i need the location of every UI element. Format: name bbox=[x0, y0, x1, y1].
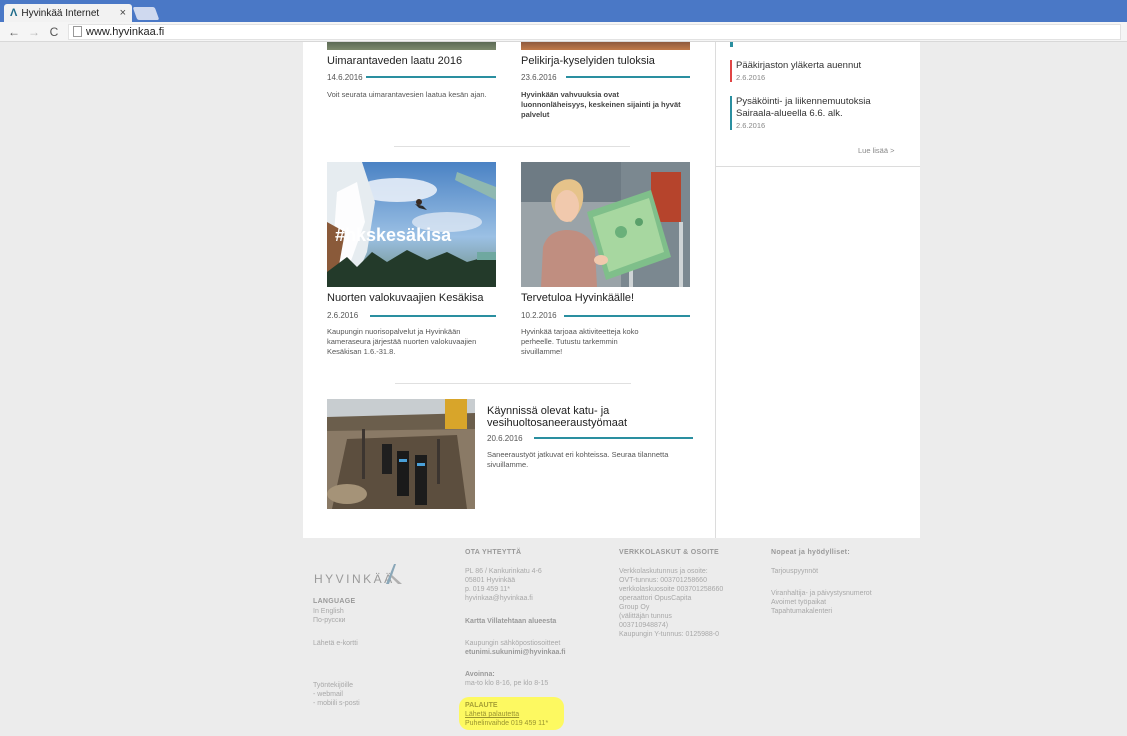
forward-button[interactable]: → bbox=[28, 25, 40, 39]
webmail-link[interactable]: - webmail bbox=[313, 690, 343, 699]
billing-line: (välittäjän tunnus bbox=[619, 613, 672, 620]
sidebar-divider bbox=[715, 42, 716, 538]
card-description: Voit seurata uimarantavesien laatua kesä… bbox=[327, 90, 487, 99]
row-separator bbox=[395, 383, 631, 384]
page-icon bbox=[73, 26, 82, 37]
lang-russian-link[interactable]: По-русски bbox=[313, 616, 345, 625]
card-date: 14.6.2016 bbox=[327, 73, 363, 82]
card-title[interactable]: Nuorten valokuvaajien Kesäkisa bbox=[327, 292, 484, 304]
news-date: 2.6.2016 bbox=[736, 73, 766, 82]
kesakisa-image-text: #hkskesäkisa bbox=[335, 225, 452, 245]
browser-tabbar: Λ Hyvinkää Internet × bbox=[0, 0, 1127, 22]
card-title[interactable]: Uimarantaveden laatu 2016 bbox=[327, 55, 462, 67]
new-tab-button[interactable] bbox=[132, 7, 160, 20]
card-image-welcome[interactable] bbox=[521, 162, 690, 287]
contact-phone: p. 019 459 11* bbox=[465, 586, 511, 593]
news-item[interactable]: Pysäköinti- ja liikennemuutoksia Sairaal… bbox=[730, 96, 910, 130]
browser-tab[interactable]: Λ Hyvinkää Internet × bbox=[4, 4, 132, 22]
card-title[interactable]: Käynnissä olevat katu- ja vesihuoltosane… bbox=[487, 405, 667, 429]
card-title[interactable]: Tervetuloa Hyvinkäälle! bbox=[521, 292, 634, 304]
card-image-kesakisa[interactable]: #hkskesäkisa bbox=[327, 162, 496, 287]
card-image-top-right[interactable] bbox=[521, 42, 690, 50]
quick-link[interactable]: Tapahtumakalenteri bbox=[771, 607, 832, 616]
quick-link[interactable]: Avoimet työpaikat bbox=[771, 598, 826, 607]
tab-title: Hyvinkää Internet bbox=[21, 7, 100, 19]
contact-address: PL 86 / Kankurinkatu 4-6 bbox=[465, 568, 542, 575]
feedback-link[interactable]: Lähetä palautetta bbox=[465, 710, 519, 719]
hyvinkaa-logo-icon bbox=[386, 564, 402, 584]
billing-line: verkkolaskuosoite 003701258660 bbox=[619, 586, 724, 593]
mobile-mail-link[interactable]: - mobiili s-posti bbox=[313, 699, 360, 708]
kesakisa-photo: #hkskesäkisa bbox=[327, 162, 496, 287]
news-title[interactable]: Pysäköinti- ja liikennemuutoksia Sairaal… bbox=[736, 96, 910, 120]
card-description: Kaupungin nuorisopalvelut ja Hyvinkään k… bbox=[327, 327, 477, 356]
contact-email-link[interactable]: hyvinkaa@hyvinkaa.fi bbox=[465, 594, 533, 603]
tab-close-icon[interactable]: × bbox=[120, 7, 126, 19]
card-date: 23.6.2016 bbox=[521, 73, 557, 82]
email-format-label: Kaupungin sähköpostiosoitteet bbox=[465, 640, 561, 647]
news-item[interactable]: Pääkirjaston yläkerta auennut 2.6.2016 bbox=[730, 60, 910, 82]
address-bar[interactable]: www.hyvinkaa.fi bbox=[68, 23, 1121, 40]
switchboard-phone: Puhelinvaihde 019 459 11* bbox=[465, 720, 549, 727]
billing-title: VERKKOLASKUT & OSOITE bbox=[619, 549, 720, 556]
open-hours: ma-to klo 8-16, pe klo 8-15 bbox=[465, 680, 549, 687]
send-ecard-link[interactable]: Lähetä e-kortti bbox=[313, 639, 358, 648]
quick-link[interactable]: Viranhaltija- ja päivystysnumerot bbox=[771, 589, 872, 598]
card-date: 2.6.2016 bbox=[327, 311, 359, 320]
roadworks-photo bbox=[327, 399, 475, 509]
card-accent-line bbox=[566, 76, 690, 78]
contact-postcode: 05801 Hyvinkää bbox=[465, 577, 516, 584]
card-description: Hyvinkään vahvuuksia ovat luonnonläheisy… bbox=[521, 90, 681, 119]
email-format: etunimi.sukunimi@hyvinkaa.fi bbox=[465, 649, 566, 656]
card-image-roadworks[interactable] bbox=[327, 399, 475, 509]
news-title[interactable]: Pääkirjaston yläkerta auennut bbox=[736, 60, 910, 72]
card-accent-line bbox=[534, 437, 693, 439]
card-description: Saneeraustyöt jatkuvat eri kohteissa. Se… bbox=[487, 450, 669, 469]
quick-link[interactable]: Tarjouspyynnöt bbox=[771, 567, 818, 576]
card-accent-line bbox=[366, 76, 496, 78]
billing-line: Verkkolaskutunnus ja osoite: bbox=[619, 568, 708, 575]
card-date: 10.2.2016 bbox=[521, 311, 557, 320]
welcome-photo bbox=[521, 162, 690, 287]
read-more-link[interactable]: Lue lisää > bbox=[858, 146, 895, 155]
feedback-title: PALAUTE bbox=[465, 702, 498, 709]
reload-button[interactable]: C bbox=[48, 25, 60, 39]
card-description: Hyvinkää tarjoaa aktiviteetteja koko per… bbox=[521, 327, 639, 356]
sidebar-bottom-rule bbox=[716, 166, 920, 167]
billing-line: OVT-tunnus: 003701258660 bbox=[619, 577, 707, 584]
billing-line: Kaupungin Y-tunnus: 0125988-0 bbox=[619, 631, 720, 638]
open-hours-title: Avoinna: bbox=[465, 671, 495, 678]
card-accent-line bbox=[564, 315, 690, 317]
contact-title: OTA YHTEYTTÄ bbox=[465, 549, 522, 556]
news-accent-cutoff bbox=[730, 42, 733, 47]
row-separator bbox=[394, 146, 630, 147]
lang-english-link[interactable]: In English bbox=[313, 607, 344, 616]
staff-label: Työntekijöille bbox=[313, 682, 354, 689]
card-date: 20.6.2016 bbox=[487, 434, 523, 443]
billing-line: operaattori OpusCapita bbox=[619, 595, 692, 602]
card-accent-line bbox=[370, 315, 496, 317]
browser-toolbar: ← → C www.hyvinkaa.fi bbox=[0, 22, 1127, 42]
quick-links-title: Nopeat ja hyödylliset: bbox=[771, 549, 850, 556]
card-image-top-left[interactable] bbox=[327, 42, 496, 50]
back-button[interactable]: ← bbox=[8, 25, 20, 39]
url-text: www.hyvinkaa.fi bbox=[86, 25, 165, 38]
site-favicon-icon: Λ bbox=[10, 7, 18, 19]
language-title: LANGUAGE bbox=[313, 598, 356, 605]
billing-line: Group Oy bbox=[619, 604, 650, 611]
map-link[interactable]: Kartta Villatehtaan alueesta bbox=[465, 617, 556, 626]
billing-line: 003710948874) bbox=[619, 622, 669, 629]
news-date: 2.6.2016 bbox=[736, 121, 766, 130]
footer-logo[interactable]: HYVINKÄÄ bbox=[314, 572, 395, 586]
card-title[interactable]: Pelikirja-kyselyiden tuloksia bbox=[521, 55, 655, 67]
